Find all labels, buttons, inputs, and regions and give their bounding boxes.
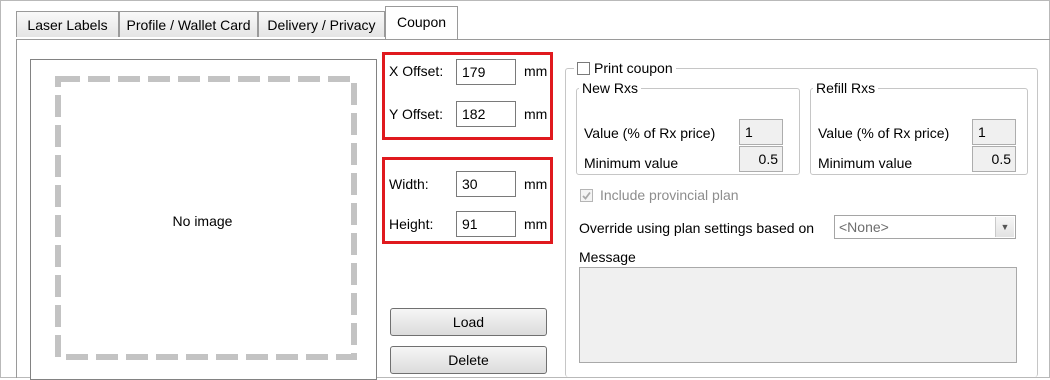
- height-input[interactable]: [456, 211, 516, 237]
- width-label: Width:: [389, 176, 429, 192]
- height-label: Height:: [389, 216, 434, 232]
- override-label: Override using plan settings based on: [579, 220, 815, 236]
- include-provincial-label: Include provincial plan: [600, 187, 739, 203]
- new-rxs-value-input[interactable]: [739, 119, 783, 145]
- print-coupon-label: Print coupon: [594, 60, 673, 76]
- include-provincial-checkbox[interactable]: [580, 189, 593, 202]
- width-unit: mm: [524, 176, 548, 192]
- height-unit: mm: [524, 216, 548, 232]
- width-input[interactable]: [456, 171, 516, 197]
- override-dropdown[interactable]: <None> ▼: [834, 215, 1016, 239]
- x-offset-input[interactable]: [456, 59, 516, 85]
- load-button[interactable]: Load: [390, 308, 547, 336]
- y-offset-label: Y Offset:: [389, 106, 443, 122]
- tab-laser-labels[interactable]: Laser Labels: [16, 11, 119, 37]
- tab-profile-wallet-card[interactable]: Profile / Wallet Card: [119, 11, 258, 37]
- x-offset-label: X Offset:: [389, 63, 444, 79]
- tab-coupon[interactable]: Coupon: [385, 6, 458, 39]
- refill-rxs-min-label: Minimum value: [818, 155, 913, 171]
- tab-delivery-privacy[interactable]: Delivery / Privacy: [258, 11, 385, 37]
- check-icon: [582, 191, 591, 200]
- refill-rxs-value-label: Value (% of Rx price): [818, 125, 950, 141]
- no-image-text: No image: [172, 213, 233, 229]
- y-offset-unit: mm: [524, 106, 548, 122]
- y-offset-input[interactable]: [456, 101, 516, 127]
- refill-rxs-title: Refill Rxs: [813, 80, 879, 96]
- new-rxs-value-label: Value (% of Rx price): [584, 125, 716, 141]
- new-rxs-title: New Rxs: [579, 80, 642, 96]
- message-label: Message: [579, 249, 636, 265]
- refill-rxs-min-input[interactable]: [972, 146, 1016, 172]
- override-selected-value: <None>: [839, 219, 889, 235]
- print-coupon-header: Print coupon: [574, 60, 676, 76]
- new-rxs-min-input[interactable]: [739, 146, 783, 172]
- new-rxs-min-label: Minimum value: [584, 155, 679, 171]
- print-coupon-checkbox[interactable]: [577, 61, 590, 75]
- message-textarea[interactable]: [579, 267, 1017, 363]
- refill-rxs-value-input[interactable]: [972, 119, 1016, 145]
- chevron-down-icon[interactable]: ▼: [995, 217, 1014, 237]
- delete-button[interactable]: Delete: [390, 346, 547, 374]
- x-offset-unit: mm: [524, 63, 548, 79]
